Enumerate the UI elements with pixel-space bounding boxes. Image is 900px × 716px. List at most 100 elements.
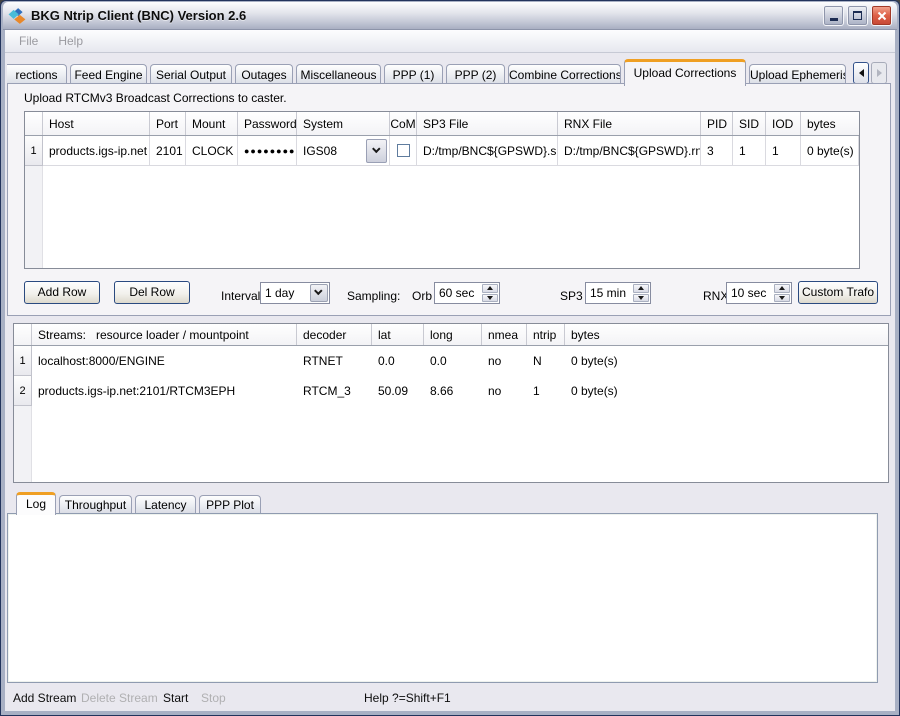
menu-help[interactable]: Help (48, 34, 93, 48)
tab-scroll-buttons (851, 61, 887, 85)
lat-cell[interactable]: 50.09 (372, 376, 424, 406)
scroll-left-icon (859, 69, 864, 77)
rnx-spin-down-button[interactable] (774, 294, 790, 303)
long-cell[interactable]: 0.0 (424, 346, 482, 376)
upload-table-empty-area (25, 166, 859, 268)
orb-spinbox[interactable]: 60 sec (434, 282, 500, 304)
ntrip-cell[interactable]: 1 (527, 376, 565, 406)
orb-spin-up-button[interactable] (482, 284, 498, 293)
main-tabbar: rections Feed Engine Serial Output Outag… (7, 58, 887, 85)
tab-outages[interactable]: Outages (235, 64, 293, 85)
stop-button[interactable]: Stop (201, 691, 226, 705)
tab-throughput[interactable]: Throughput (59, 495, 132, 514)
bnc-logo-icon (8, 7, 26, 25)
iod-cell[interactable]: 1 (766, 136, 801, 166)
menu-file[interactable]: File (9, 34, 48, 48)
bytes-cell: 0 byte(s) (565, 376, 888, 406)
tab-scroll-right-button[interactable] (871, 62, 887, 84)
spin-up-icon (487, 286, 493, 290)
minimize-button[interactable] (823, 5, 844, 26)
maximize-icon (853, 11, 862, 20)
log-output-area[interactable] (7, 513, 878, 683)
system-cell[interactable]: IGS08 (297, 136, 390, 166)
corner-header-cell (25, 112, 43, 135)
rnx-file-cell[interactable]: D:/tmp/BNC${GPSWD}.rnx (558, 136, 701, 166)
col-password: Password (238, 112, 297, 135)
minimize-icon (830, 18, 838, 21)
custom-trafo-button[interactable]: Custom Trafo (798, 281, 878, 304)
pid-cell[interactable]: 3 (701, 136, 733, 166)
col-bytes: bytes (801, 112, 859, 135)
stream-row[interactable]: 2 products.igs-ip.net:2101/RTCM3EPH RTCM… (14, 376, 888, 406)
delete-stream-button[interactable]: Delete Stream (81, 691, 158, 705)
tab-log[interactable]: Log (16, 492, 56, 515)
sp3-spin-down-button[interactable] (633, 294, 649, 303)
tab-ppp-1[interactable]: PPP (1) (384, 64, 443, 85)
help-shortcut-label: Help ?=Shift+F1 (364, 691, 451, 705)
sp3-value: 15 min (586, 283, 632, 303)
tab-upload-corrections[interactable]: Upload Corrections (624, 59, 746, 86)
spin-up-icon (638, 286, 644, 290)
stream-row[interactable]: 1 localhost:8000/ENGINE RTNET 0.0 0.0 no… (14, 346, 888, 376)
window-body: File Help rections Feed Engine Serial Ou… (5, 30, 895, 711)
col-decoder: decoder (297, 324, 372, 345)
bytes-cell: 0 byte(s) (565, 346, 888, 376)
titlebar[interactable]: BKG Ntrip Client (BNC) Version 2.6 (3, 2, 897, 30)
com-checkbox[interactable] (397, 144, 410, 157)
rnx-spinbox[interactable]: 10 sec (726, 282, 792, 304)
interval-combobox[interactable]: 1 day (260, 282, 330, 304)
col-long: long (424, 324, 482, 345)
mountpoint-cell[interactable]: products.igs-ip.net:2101/RTCM3EPH (32, 376, 297, 406)
add-stream-button[interactable]: Add Stream (13, 691, 76, 705)
bytes-cell: 0 byte(s) (801, 136, 859, 166)
password-cell[interactable]: ●●●●●●●● (238, 136, 297, 166)
interval-dropdown-button[interactable] (310, 284, 328, 302)
col-sid: SID (733, 112, 766, 135)
tab-latency[interactable]: Latency (135, 495, 196, 514)
lat-cell[interactable]: 0.0 (372, 346, 424, 376)
col-lat: lat (372, 324, 424, 345)
row-header-strip (14, 406, 32, 482)
streams-table-empty-area (14, 406, 888, 482)
tab-feed-engine[interactable]: Feed Engine (70, 64, 147, 85)
close-button[interactable] (871, 5, 892, 26)
tab-ppp-plot[interactable]: PPP Plot (199, 495, 261, 514)
orb-label: Orb (412, 285, 432, 307)
col-sp3-file: SP3 File (417, 112, 558, 135)
rnx-value: 10 sec (727, 283, 773, 303)
decoder-cell[interactable]: RTNET (297, 346, 372, 376)
col-ntrip: ntrip (527, 324, 565, 345)
start-button[interactable]: Start (163, 691, 188, 705)
nmea-cell[interactable]: no (482, 346, 527, 376)
spin-down-icon (779, 296, 785, 300)
sp3-spinbox[interactable]: 15 min (585, 282, 651, 304)
ntrip-cell[interactable]: N (527, 346, 565, 376)
maximize-button[interactable] (847, 5, 868, 26)
mountpoint-cell[interactable]: localhost:8000/ENGINE (32, 346, 297, 376)
tab-serial-output[interactable]: Serial Output (150, 64, 232, 85)
upload-table-header: Host Port Mount Password System CoM SP3 … (25, 112, 859, 136)
spin-down-icon (487, 296, 493, 300)
system-dropdown-button[interactable] (366, 139, 387, 163)
tab-corrections[interactable]: rections (7, 64, 67, 85)
mount-cell[interactable]: CLOCK (186, 136, 238, 166)
del-row-button[interactable]: Del Row (114, 281, 190, 304)
decoder-cell[interactable]: RTCM_3 (297, 376, 372, 406)
tab-upload-ephemeris[interactable]: Upload Ephemeris (749, 64, 846, 85)
orb-spin-down-button[interactable] (482, 294, 498, 303)
scroll-right-icon (877, 69, 882, 77)
host-cell[interactable]: products.igs-ip.net (43, 136, 150, 166)
tab-ppp-2[interactable]: PPP (2) (446, 64, 505, 85)
sp3-file-cell[interactable]: D:/tmp/BNC${GPSWD}.sp3 (417, 136, 558, 166)
sp3-spin-up-button[interactable] (633, 284, 649, 293)
tab-scroll-left-button[interactable] (853, 62, 869, 84)
orb-value: 60 sec (435, 283, 481, 303)
tab-miscellaneous[interactable]: Miscellaneous (296, 64, 381, 85)
rnx-spin-up-button[interactable] (774, 284, 790, 293)
add-row-button[interactable]: Add Row (24, 281, 100, 304)
tab-combine-corrections[interactable]: Combine Corrections (508, 64, 621, 85)
nmea-cell[interactable]: no (482, 376, 527, 406)
sid-cell[interactable]: 1 (733, 136, 766, 166)
long-cell[interactable]: 8.66 (424, 376, 482, 406)
port-cell[interactable]: 2101 (150, 136, 186, 166)
